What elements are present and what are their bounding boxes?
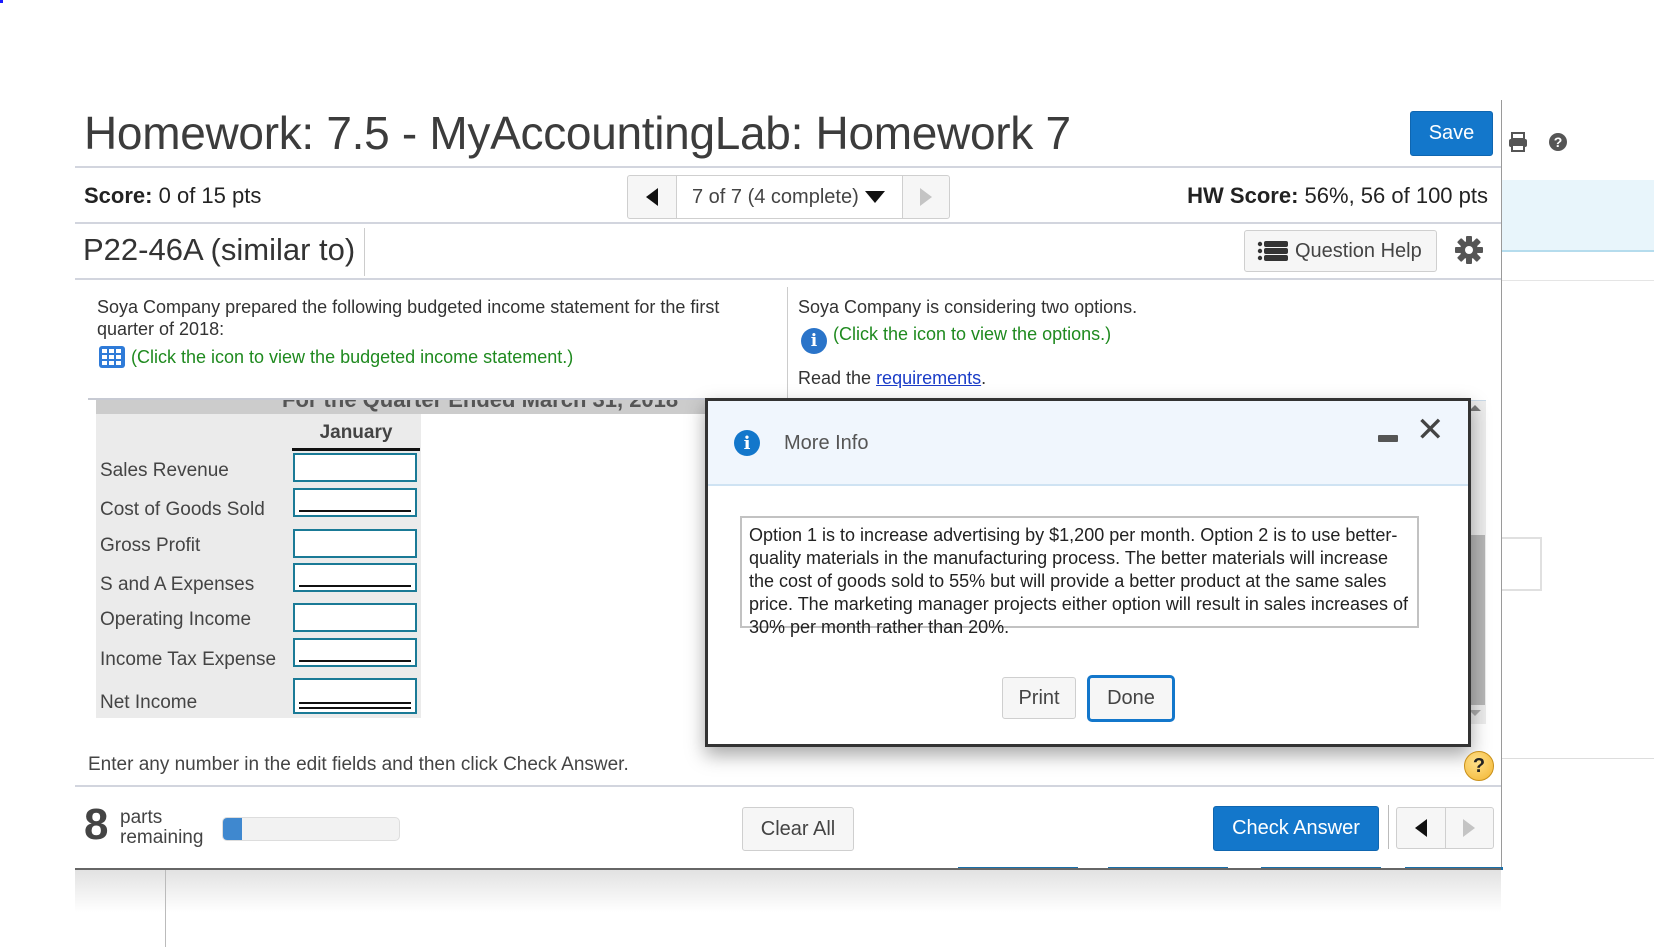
divider — [75, 166, 1501, 168]
info-icon: i — [734, 430, 760, 456]
parts-remaining-count: 8 — [84, 800, 109, 849]
gear-icon[interactable] — [1455, 236, 1483, 264]
question-navigator: 7 of 7 (4 complete) — [627, 175, 950, 219]
row-label: Operating Income — [100, 609, 252, 630]
minimize-button[interactable] — [1378, 435, 1398, 442]
question-position: 7 of 7 (4 complete) — [692, 185, 859, 208]
side-divider — [1502, 758, 1654, 759]
statement-header-band: For the Quarter Ended March 31, 2018 — [96, 399, 708, 414]
dialog-header: i More Info ✕ — [708, 401, 1468, 486]
info-icon[interactable]: i — [801, 328, 827, 354]
bottom-question-navigator — [1396, 807, 1494, 849]
row-label: Sales Revenue — [100, 460, 229, 481]
score-value: 0 of 15 pts — [158, 183, 262, 208]
operating-income-input[interactable] — [293, 603, 417, 632]
next-question-button[interactable] — [1446, 808, 1494, 848]
read-suffix: . — [981, 368, 987, 388]
table-icon[interactable] — [99, 346, 125, 368]
dialog-title: More Info — [784, 432, 869, 454]
corner-marker — [0, 0, 3, 3]
statement-period-title: For the Quarter Ended March 31, 2018 — [282, 399, 679, 412]
more-info-dialog: i More Info ✕ Option 1 is to increase ad… — [705, 398, 1471, 747]
print-icon[interactable] — [1507, 131, 1529, 153]
view-statement-link[interactable]: (Click the icon to view the budgeted inc… — [131, 347, 573, 367]
help-icon[interactable]: ? — [1549, 133, 1567, 151]
requirements-link[interactable]: requirements — [876, 368, 981, 388]
save-button[interactable]: Save — [1410, 111, 1493, 156]
row-label: Gross Profit — [100, 535, 201, 556]
requirements-line: Read the requirements. — [798, 367, 986, 389]
options-statement: Soya Company is considering two options. — [798, 297, 1138, 317]
next-question-button[interactable] — [903, 176, 949, 218]
row-label: S and A Expenses — [100, 574, 255, 595]
problem-id: P22-46A (similar to) — [83, 232, 356, 267]
view-options-link[interactable]: (Click the icon to view the options.) — [833, 324, 1111, 344]
close-button[interactable]: ✕ — [1416, 413, 1445, 447]
side-panel-box — [1502, 537, 1542, 591]
parts-remaining-label: parts remaining — [120, 808, 203, 848]
side-divider — [1502, 280, 1654, 281]
previous-question-button[interactable] — [628, 176, 677, 218]
options-description: Option 1 is to increase advertising by $… — [740, 516, 1419, 637]
statement-link-row[interactable]: (Click the icon to view the budgeted inc… — [99, 346, 573, 368]
column-divider — [787, 287, 788, 399]
triangle-right-icon — [1463, 819, 1476, 837]
question-selector-dropdown[interactable]: 7 of 7 (4 complete) — [677, 176, 903, 218]
s-and-a-expenses-input[interactable] — [293, 563, 417, 592]
net-income-input[interactable] — [293, 678, 417, 714]
score-label: Score: — [84, 183, 153, 208]
clear-all-button[interactable]: Clear All — [742, 807, 854, 851]
done-button[interactable]: Done — [1087, 675, 1175, 722]
previous-question-button[interactable] — [1397, 808, 1446, 848]
problem-statement: Soya Company prepared the following budg… — [97, 297, 720, 339]
parts-progress-bar — [222, 817, 400, 841]
question-help-button[interactable]: Question Help — [1244, 230, 1437, 272]
print-button[interactable]: Print — [1002, 677, 1076, 719]
question-help-label: Question Help — [1295, 239, 1422, 262]
options-link-row[interactable]: i (Click the icon to view the options.) — [801, 323, 1111, 354]
side-panel-highlight — [1502, 180, 1654, 252]
hw-score-label: HW Score: — [1187, 183, 1299, 208]
income-tax-expense-input[interactable] — [293, 638, 417, 667]
footer-area — [75, 870, 1501, 947]
caret-down-icon — [864, 191, 885, 203]
check-answer-button[interactable]: Check Answer — [1213, 806, 1379, 851]
footer-divider — [165, 870, 166, 947]
scroll-edge — [88, 398, 708, 400]
divider — [75, 278, 1501, 280]
page-title: Homework: 7.5 - MyAccountingLab: Homewor… — [84, 107, 1071, 159]
hw-score: HW Score: 56%, 56 of 100 pts — [1187, 183, 1488, 209]
row-label: Net Income — [100, 692, 198, 713]
triangle-left-icon — [1414, 819, 1427, 837]
question-score: Score: 0 of 15 pts — [84, 183, 261, 209]
hw-score-value: 56%, 56 of 100 pts — [1304, 183, 1488, 208]
progress-fill — [223, 818, 243, 840]
triangle-right-icon — [920, 188, 932, 206]
divider — [1388, 805, 1389, 849]
divider — [364, 228, 365, 276]
row-label: Cost of Goods Sold — [100, 499, 265, 520]
gross-profit-input[interactable] — [293, 529, 417, 558]
sales-revenue-input[interactable] — [293, 453, 417, 482]
triangle-left-icon — [646, 188, 658, 206]
divider — [75, 785, 1501, 787]
instruction-text: Enter any number in the edit fields and … — [88, 754, 629, 775]
read-prefix: Read the — [798, 368, 877, 388]
remaining-label: remaining — [120, 827, 204, 848]
parts-label: parts — [120, 807, 163, 828]
column-header-january: January — [292, 422, 420, 451]
list-icon — [1257, 241, 1288, 261]
help-question-icon[interactable]: ? — [1464, 751, 1494, 781]
scrollbar-thumb[interactable] — [1471, 535, 1485, 705]
row-label: Income Tax Expense — [100, 649, 277, 670]
cost-of-goods-sold-input[interactable] — [293, 488, 417, 517]
divider — [75, 222, 1501, 224]
